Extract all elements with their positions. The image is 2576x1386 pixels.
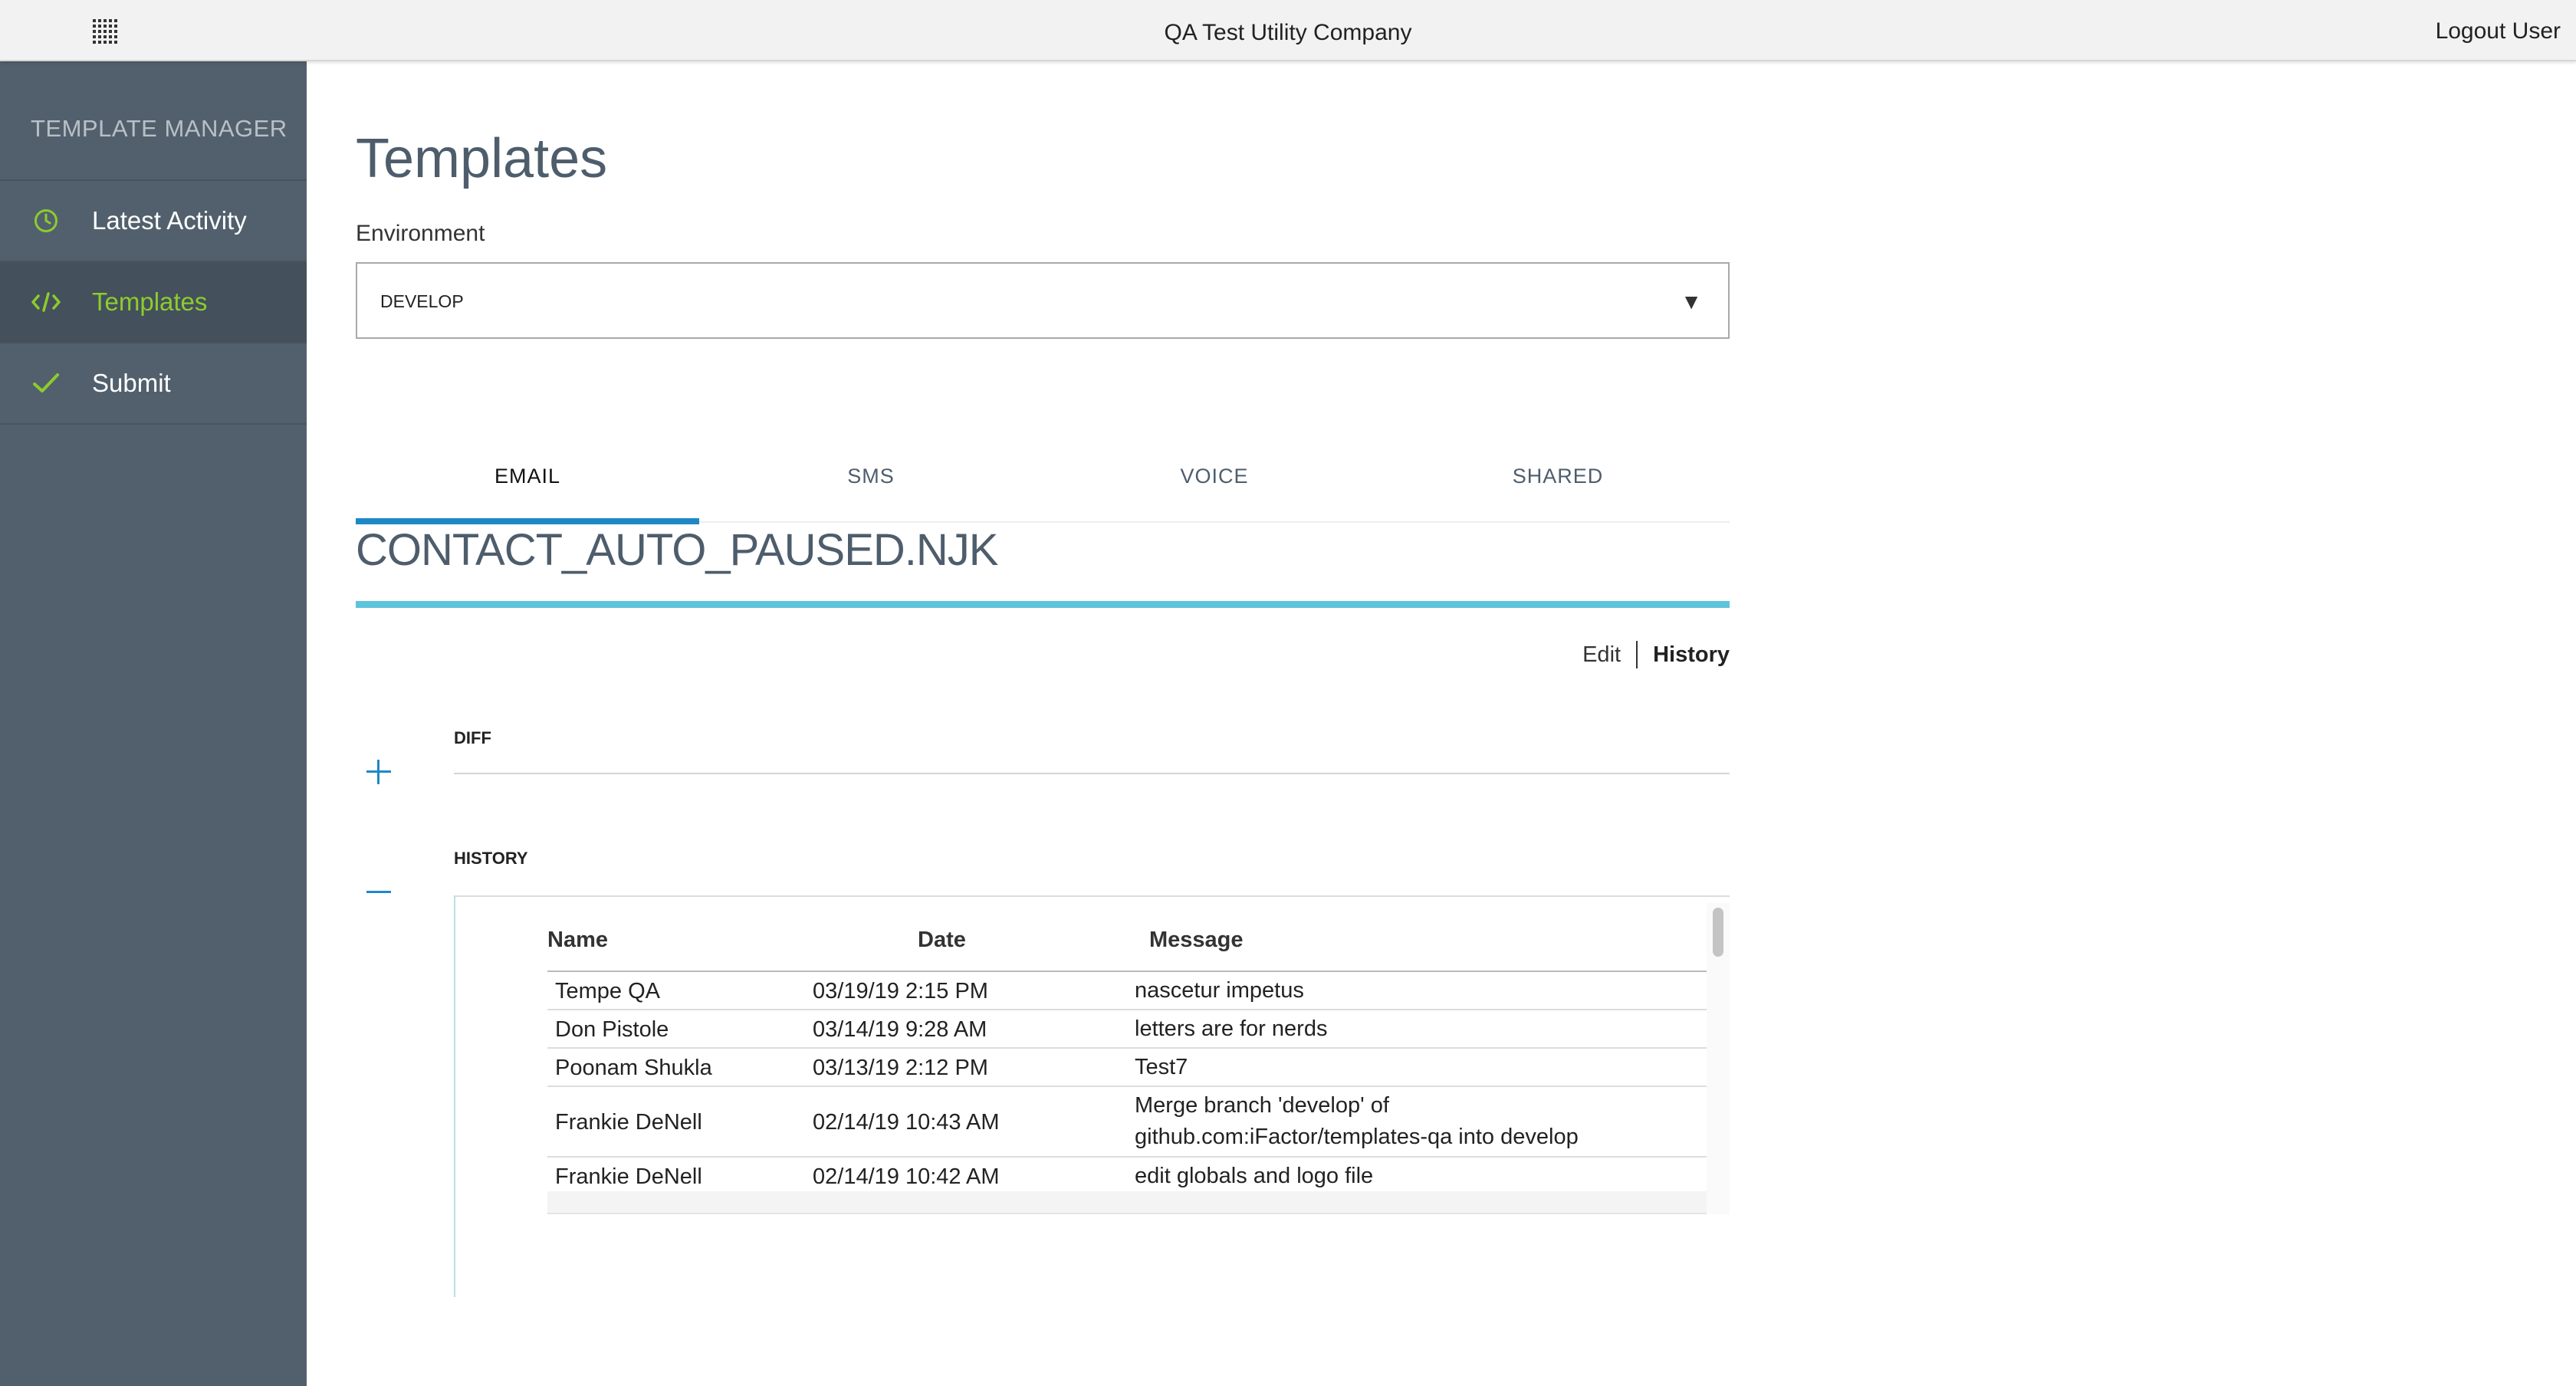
- template-name: CONTACT_AUTO_PAUSED.NJK: [356, 525, 998, 575]
- cell-date: 03/13/19 2:12 PM: [813, 1056, 988, 1080]
- column-header-message[interactable]: Message: [1149, 928, 1244, 953]
- tab-voice[interactable]: VOICE: [1043, 429, 1386, 523]
- sidebar-item-submit[interactable]: Submit: [0, 343, 307, 425]
- table-row[interactable]: Frankie DeNell 02/14/19 10:42 AM edit gl…: [547, 1158, 1707, 1191]
- cell-date: 02/14/19 10:43 AM: [813, 1110, 1000, 1135]
- sidebar-item-templates[interactable]: Templates: [0, 262, 307, 343]
- company-name: QA Test Utility Company: [1164, 20, 1412, 45]
- sidebar-item-latest-activity[interactable]: Latest Activity: [0, 181, 307, 262]
- sidebar-item-label: Submit: [92, 369, 171, 397]
- environment-value: DEVELOP: [380, 291, 464, 311]
- cell-message: nascetur impetus: [1135, 978, 1304, 1003]
- cell-name: Frankie DeNell: [555, 1110, 702, 1135]
- column-header-name[interactable]: Name: [547, 928, 608, 953]
- cell-date: 03/14/19 9:28 AM: [813, 1017, 987, 1042]
- table-row[interactable]: Tempe QA 03/19/19 2:15 PM nascetur impet…: [547, 972, 1707, 1010]
- sidebar-item-label: Templates: [92, 287, 208, 316]
- top-bar: QA Test Utility Company Logout User: [0, 0, 2576, 61]
- code-icon: [31, 287, 61, 317]
- table-row[interactable]: Poonam Shukla 03/13/19 2:12 PM Test7: [547, 1049, 1707, 1087]
- cell-message-line: Merge branch 'develop' of: [1135, 1093, 1389, 1118]
- history-panel: Name Date Message Tempe QA 03/19/19 2:15…: [454, 895, 1730, 1297]
- history-table-header: Name Date Message: [547, 897, 1707, 972]
- cell-message: Merge branch 'develop' of github.com:iFa…: [1135, 1090, 1579, 1153]
- environment-label: Environment: [356, 221, 485, 246]
- page-title: Templates: [356, 128, 608, 189]
- environment-select[interactable]: DEVELOP ▼: [356, 262, 1730, 339]
- cell-name: Poonam Shukla: [555, 1056, 712, 1080]
- table-row[interactable]: Don Pistole 03/14/19 9:28 AM letters are…: [547, 1010, 1707, 1049]
- tab-shared[interactable]: SHARED: [1386, 429, 1730, 523]
- cell-date: 03/19/19 2:15 PM: [813, 979, 988, 1003]
- edit-link[interactable]: Edit: [1582, 642, 1621, 668]
- history-table-footer: [547, 1191, 1707, 1214]
- logout-link[interactable]: Logout User: [2436, 18, 2561, 44]
- cell-date: 02/14/19 10:42 AM: [813, 1164, 1000, 1189]
- cell-message: edit globals and logo file: [1135, 1164, 1374, 1188]
- link-divider: [1636, 641, 1638, 668]
- view-links: Edit History: [1582, 641, 1730, 668]
- tab-email[interactable]: EMAIL: [356, 429, 699, 524]
- history-scrollbar-thumb[interactable]: [1713, 908, 1723, 957]
- tab-sms[interactable]: SMS: [699, 429, 1043, 523]
- cell-name: Tempe QA: [555, 979, 660, 1003]
- caret-down-icon: ▼: [1681, 290, 1702, 314]
- sidebar-item-label: Latest Activity: [92, 206, 247, 235]
- clock-icon: [31, 205, 61, 236]
- history-table: Name Date Message Tempe QA 03/19/19 2:15…: [547, 897, 1707, 1191]
- cell-message: letters are for nerds: [1135, 1017, 1328, 1041]
- collapse-history-button[interactable]: [356, 891, 402, 938]
- template-name-underline: [356, 601, 1730, 608]
- column-header-date[interactable]: Date: [918, 928, 966, 953]
- cell-message-line: github.com:iFactor/templates-qa into dev…: [1135, 1125, 1579, 1149]
- check-icon: [31, 368, 61, 399]
- sidebar: TEMPLATE MANAGER Latest Activity Templat…: [0, 61, 307, 1386]
- history-section-title[interactable]: HISTORY: [454, 849, 528, 869]
- sidebar-title: TEMPLATE MANAGER: [0, 61, 307, 181]
- template-type-tabs: EMAIL SMS VOICE SHARED: [356, 429, 1730, 524]
- cell-name: Don Pistole: [555, 1017, 669, 1042]
- cell-message: Test7: [1135, 1055, 1188, 1079]
- expand-diff-button[interactable]: [356, 760, 402, 817]
- diff-section-title[interactable]: DIFF: [454, 728, 491, 748]
- history-link[interactable]: History: [1653, 642, 1730, 668]
- cell-name: Frankie DeNell: [555, 1164, 702, 1189]
- table-row[interactable]: Frankie DeNell 02/14/19 10:43 AM Merge b…: [547, 1087, 1707, 1158]
- diff-divider: [454, 773, 1730, 774]
